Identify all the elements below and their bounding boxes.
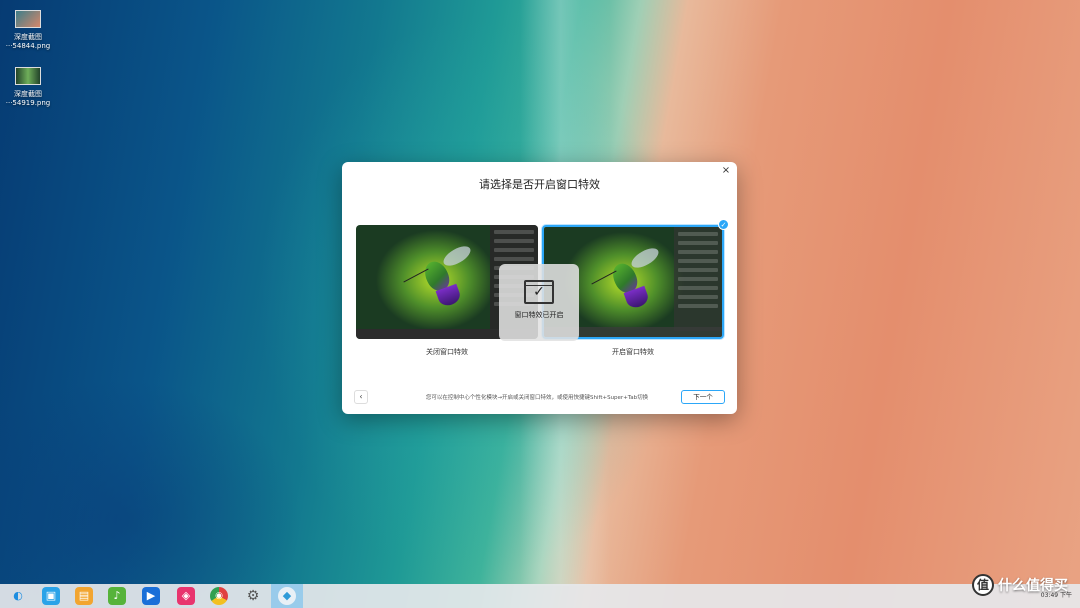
taskbar: ◐ ▣ ▤ ♪ ▶ ◈ ◉ ⚙ ◆ 03:49 下午 — [0, 584, 1080, 608]
music-icon[interactable]: ♪ — [108, 587, 126, 605]
dialog-title: 请选择是否开启窗口特效 — [479, 178, 600, 191]
hint-text: 您可以在控制中心个性化模块→开启或关闭窗口特效，或使用快捷键Shift+Supe… — [425, 395, 649, 401]
desktop-file-label-top: 深度截图 — [14, 33, 42, 41]
settings-glyph: ⚙ — [246, 588, 260, 604]
folder-glyph: ▤ — [78, 589, 90, 602]
option-label-on: 开启窗口特效 — [612, 348, 654, 356]
check-mark: ✓ — [533, 284, 545, 300]
window-check-icon: ✓ — [524, 280, 554, 304]
folder-icon[interactable]: ▤ — [75, 587, 93, 605]
launcher-glyph: ◐ — [13, 589, 23, 602]
video-icon[interactable]: ▶ — [142, 587, 160, 605]
desktop-file-label-top: 深度截图 — [14, 90, 42, 98]
watermark: 值 什么值得买 — [972, 572, 1068, 598]
store-icon[interactable]: ▣ — [42, 587, 60, 605]
next-button[interactable]: 下一个 — [681, 390, 725, 404]
watermark-logo-icon: 值 — [972, 574, 994, 596]
desktop-file-2[interactable]: 深度截图 ···54919.png — [0, 67, 58, 108]
launcher-icon[interactable]: ◐ — [9, 587, 27, 605]
image-viewer-icon[interactable]: ◈ — [177, 587, 195, 605]
store-glyph: ▣ — [45, 589, 57, 602]
watermark-text: 什么值得买 — [998, 578, 1068, 594]
option-label-off: 关闭窗口特效 — [426, 348, 468, 356]
effects-enabled-toast: ✓ 窗口特效已开启 — [499, 264, 579, 341]
selected-check-icon: ✓ — [718, 219, 729, 230]
browser-icon[interactable]: ◉ — [210, 587, 228, 605]
toast-text: 窗口特效已开启 — [514, 311, 564, 319]
desktop-file-label-bottom: ···54919.png — [5, 99, 51, 107]
image-file-icon — [15, 10, 41, 28]
back-button[interactable]: ‹ — [354, 390, 368, 404]
welcome-glyph: ◆ — [282, 589, 292, 602]
desktop-file-1[interactable]: 深度截图 ···54844.png — [0, 10, 58, 51]
image-viewer-glyph: ◈ — [181, 589, 191, 602]
hummingbird-wing — [628, 244, 662, 272]
hummingbird-wing — [440, 242, 474, 270]
settings-icon[interactable]: ⚙ — [244, 587, 262, 605]
image-file-icon — [15, 67, 41, 85]
preview-control-panel — [674, 227, 722, 331]
desktop-file-label-bottom: ···54844.png — [5, 42, 51, 50]
music-glyph: ♪ — [113, 589, 121, 602]
video-glyph: ▶ — [146, 589, 156, 602]
browser-glyph: ◉ — [215, 591, 223, 601]
welcome-icon[interactable]: ◆ — [278, 587, 296, 605]
window-effects-dialog: × 请选择是否开启窗口特效 ✓ ✓ 窗口特效已开启 关闭窗口特效 开启窗口特效 … — [342, 162, 737, 414]
